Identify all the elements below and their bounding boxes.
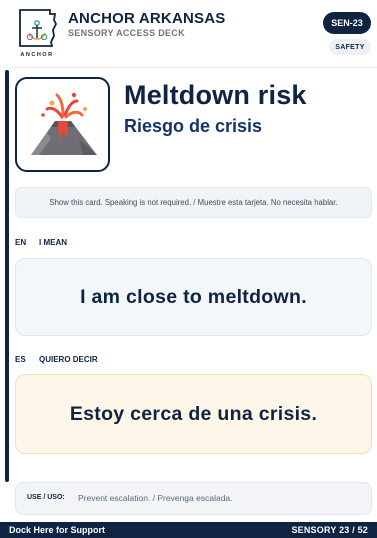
lang-code-en: EN: [15, 238, 27, 247]
card-title-en: Meltdown risk: [124, 80, 307, 110]
anchor-logo: ANCHOR: [14, 8, 60, 58]
spanish-phrase: Estoy cerca de una crisis.: [69, 402, 318, 425]
volcano-icon: [31, 92, 97, 155]
arkansas-logo-icon: [19, 9, 58, 47]
sensory-card: ANCHOR ANCHOR ARKANSAS SENSORY ACCESS DE…: [0, 0, 377, 538]
category-badge: SAFETY: [329, 39, 371, 55]
spanish-label-row: ES QUIERO DECIR: [15, 355, 98, 364]
org-name: ANCHOR ARKANSAS: [68, 10, 226, 27]
instruction-text: Show this card. Speaking is not required…: [49, 198, 338, 207]
english-phrase-box: I am close to meltdown.: [15, 258, 372, 336]
footer-page-count: SENSORY 23 / 52: [291, 525, 368, 535]
card-title-es: Riesgo de crisis: [124, 116, 263, 136]
lang-code-es: ES: [15, 355, 26, 364]
lang-label-en: I MEAN: [39, 238, 67, 247]
accent-rail: [5, 70, 9, 482]
lang-label-es: QUIERO DECIR: [39, 355, 98, 364]
card-code-badge: SEN-23: [323, 12, 371, 34]
instruction-banner: Show this card. Speaking is not required…: [15, 187, 372, 218]
spanish-phrase-box: Estoy cerca de una crisis.: [15, 374, 372, 454]
english-phrase: I am close to meltdown.: [80, 285, 307, 308]
footer-dock-text: Dock Here for Support: [9, 525, 106, 535]
usage-label: USE / USO:: [27, 494, 65, 501]
card-footer: Dock Here for Support SENSORY 23 / 52: [0, 522, 377, 538]
deck-name: SENSORY ACCESS DECK: [68, 28, 185, 38]
header-divider: [11, 67, 377, 68]
logo-wordmark: ANCHOR: [20, 52, 54, 58]
card-header: ANCHOR ANCHOR ARKANSAS SENSORY ACCESS DE…: [0, 0, 377, 64]
usage-text: Prevent escalation. / Prevenga escalada.: [78, 493, 233, 503]
usage-note: USE / USO: Prevent escalation. / Preveng…: [15, 482, 372, 515]
english-label-row: EN I MEAN: [15, 238, 67, 247]
card-icon-frame: [15, 77, 110, 172]
